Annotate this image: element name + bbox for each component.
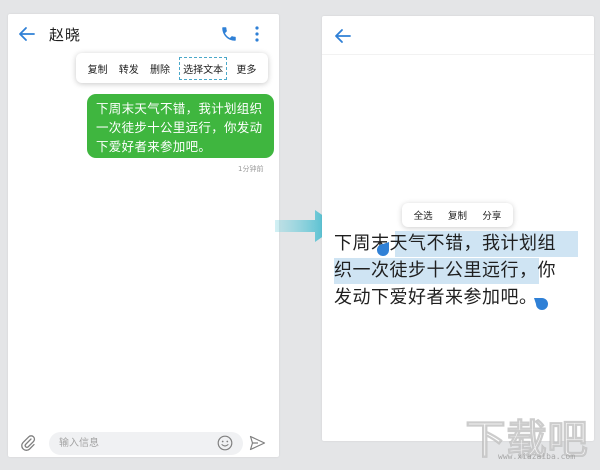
selection-context-menu: 全选 复制 分享: [402, 203, 513, 227]
menu-item-more[interactable]: 更多: [234, 58, 258, 79]
menu-item-forward[interactable]: 转发: [117, 58, 141, 79]
phone-call-icon[interactable]: [220, 25, 238, 43]
text-line: 织一次徒步十公里远行，你: [334, 260, 556, 281]
message-input[interactable]: [49, 432, 243, 455]
menu-item-select-text[interactable]: 选择文本: [179, 56, 228, 80]
message-context-menu: 复制 转发 删除 选择文本 更多: [76, 53, 268, 83]
menu-item-select-all[interactable]: 全选: [412, 205, 435, 225]
send-icon[interactable]: [249, 435, 266, 451]
text-line: 下周末天气不错，我计划组: [334, 233, 556, 254]
menu-item-delete[interactable]: 删除: [148, 58, 172, 79]
back-arrow-icon[interactable]: [16, 23, 38, 45]
message-timestamp: 1分钟前: [238, 165, 264, 173]
message-bubble[interactable]: 下周末天气不错，我计划组织一次徒步十公里远行，你发动下爱好者来参加吧。: [87, 94, 274, 158]
text-selection-screen: 全选 复制 分享 下周末天气不错，我计划组 织一次徒步十公里远行，你 发动下爱好…: [322, 16, 594, 441]
attachment-icon[interactable]: [20, 434, 36, 452]
watermark-logo: 下载吧 www.xiazaiba.com: [460, 405, 594, 464]
chat-screen: 赵晓 复制 转发 删除 选择文本 更多 下周末天气不错，我计划组织一次徒步十公里…: [8, 14, 279, 457]
selection-end-handle[interactable]: [534, 298, 548, 312]
message-input-bar: [8, 432, 279, 457]
emoji-icon[interactable]: [217, 435, 233, 451]
contact-name: 赵晓: [49, 26, 82, 44]
watermark-url: www.xiazaiba.com: [498, 452, 576, 461]
menu-item-share[interactable]: 分享: [480, 205, 503, 225]
chat-header: 赵晓: [8, 14, 279, 54]
selection-start-handle[interactable]: [375, 242, 389, 256]
menu-item-copy[interactable]: 复制: [86, 58, 110, 79]
more-vertical-icon[interactable]: [252, 25, 262, 43]
back-arrow-icon[interactable]: [332, 25, 354, 47]
menu-item-copy[interactable]: 复制: [446, 205, 469, 225]
header-divider: [322, 54, 594, 55]
